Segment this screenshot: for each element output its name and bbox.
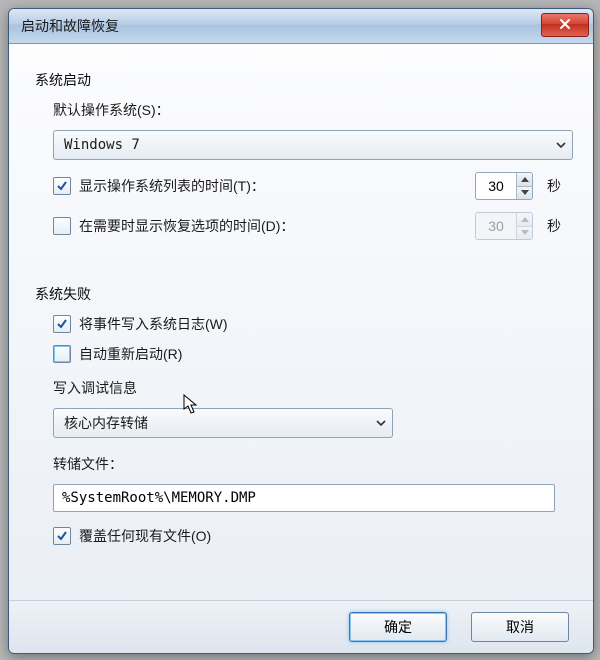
- window-title: 启动和故障恢复: [21, 16, 541, 36]
- close-button[interactable]: [541, 13, 589, 37]
- show-recovery-checkbox[interactable]: [53, 217, 71, 235]
- section-startup-title: 系统启动: [35, 70, 567, 90]
- write-event-checkbox[interactable]: [53, 315, 71, 333]
- debug-info-label: 写入调试信息: [53, 378, 567, 398]
- default-os-combo[interactable]: Windows 7: [53, 130, 573, 160]
- spinner-down-icon: [517, 227, 532, 240]
- spinner-down-icon[interactable]: [517, 187, 532, 200]
- close-icon: [559, 17, 571, 33]
- show-os-list-row: 显示操作系统列表的时间(T)： 秒: [53, 172, 567, 200]
- chevron-down-icon: [556, 140, 566, 150]
- cancel-button-label: 取消: [506, 617, 534, 637]
- spinner-up-icon: [517, 213, 532, 227]
- dialog-footer: 确定 取消: [9, 600, 593, 653]
- show-os-list-spinner[interactable]: [475, 172, 533, 200]
- chevron-down-icon: [376, 418, 386, 428]
- show-recovery-spinner: [475, 212, 533, 240]
- spinner-up-icon[interactable]: [517, 173, 532, 187]
- cancel-button[interactable]: 取消: [471, 612, 569, 642]
- show-os-list-label: 显示操作系统列表的时间(T)：: [79, 176, 265, 196]
- debug-info-value: 核心内存转储: [64, 413, 148, 433]
- ok-button-label: 确定: [384, 617, 412, 637]
- debug-info-combo[interactable]: 核心内存转储: [53, 408, 393, 438]
- dialog-window: 启动和故障恢复 系统启动 默认操作系统(S)： Windows 7: [8, 8, 594, 654]
- show-os-list-value[interactable]: [476, 173, 516, 199]
- show-os-list-checkbox[interactable]: [53, 177, 71, 195]
- overwrite-label: 覆盖任何现有文件(O): [79, 526, 211, 546]
- default-os-value: Windows 7: [64, 137, 140, 153]
- dump-file-label: 转储文件：: [53, 454, 567, 474]
- auto-restart-label: 自动重新启动(R): [79, 344, 182, 364]
- section-failure-title: 系统失败: [35, 284, 567, 304]
- show-recovery-value: [476, 213, 516, 239]
- show-recovery-label: 在需要时显示恢复选项的时间(D)：: [79, 216, 294, 236]
- show-recovery-row: 在需要时显示恢复选项的时间(D)： 秒: [53, 212, 567, 240]
- default-os-label: 默认操作系统(S)：: [53, 100, 567, 120]
- write-event-label: 将事件写入系统日志(W): [79, 314, 228, 334]
- overwrite-checkbox[interactable]: [53, 527, 71, 545]
- seconds-unit: 秒: [547, 216, 567, 236]
- titlebar: 启动和故障恢复: [9, 9, 593, 44]
- ok-button[interactable]: 确定: [349, 612, 447, 642]
- dialog-body: 系统启动 默认操作系统(S)： Windows 7 显示操作系统列表的时间(T)…: [9, 44, 593, 600]
- seconds-unit: 秒: [547, 176, 567, 196]
- auto-restart-checkbox[interactable]: [53, 345, 71, 363]
- dump-file-input[interactable]: [53, 484, 555, 512]
